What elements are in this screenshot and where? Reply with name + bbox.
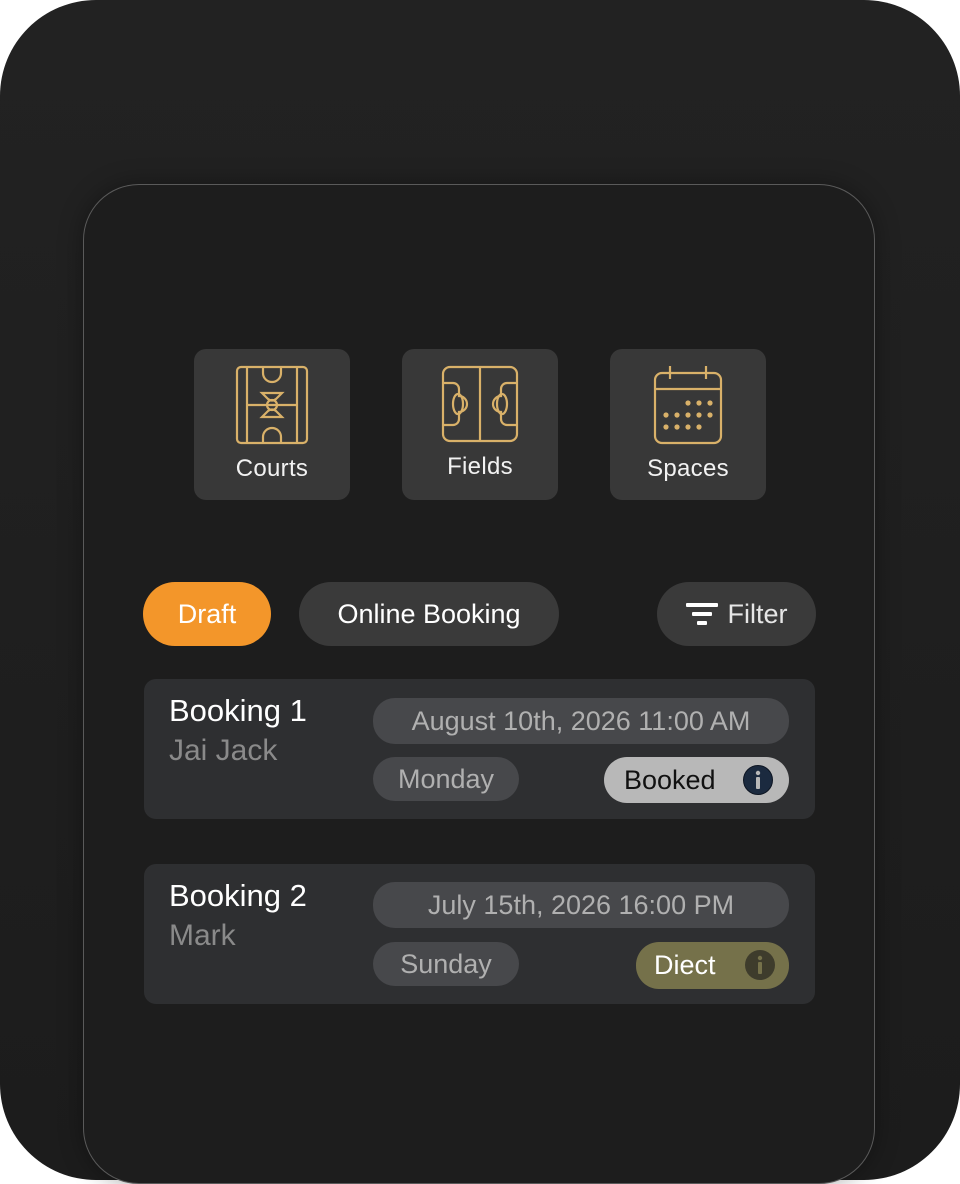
booking-title: Booking 1 (169, 693, 307, 728)
status-label: Booked (624, 764, 716, 795)
filter-button[interactable]: Filter (657, 582, 816, 646)
category-spaces[interactable]: Spaces (610, 349, 766, 500)
filter-label: Filter (727, 598, 788, 629)
category-label: Fields (447, 453, 513, 480)
tab-online-booking[interactable]: Online Booking (299, 582, 559, 646)
booking-card[interactable]: Booking 2 Mark July 15th, 2026 16:00 PM … (144, 864, 815, 1004)
status-badge-booked[interactable]: Booked (604, 757, 789, 803)
info-icon[interactable] (743, 765, 773, 795)
tab-draft-label: Draft (177, 598, 237, 629)
tab-draft[interactable]: Draft (143, 582, 271, 646)
tab-online-booking-label: Online Booking (337, 598, 521, 629)
booking-datetime: August 10th, 2026 11:00 AM (373, 698, 789, 744)
booking-day: Sunday (373, 942, 519, 986)
category-label: Courts (235, 455, 309, 482)
booking-title: Booking 2 (169, 878, 307, 913)
filter-icon (685, 603, 718, 625)
field-icon (441, 365, 519, 443)
category-courts[interactable]: Courts (194, 349, 350, 500)
info-icon[interactable] (745, 950, 775, 980)
booking-day: Monday (373, 757, 519, 801)
status-label: Diect (654, 950, 716, 980)
calendar-icon (653, 366, 723, 445)
booking-card[interactable]: Booking 1 Jai Jack August 10th, 2026 11:… (144, 679, 815, 819)
category-fields[interactable]: Fields (402, 349, 558, 500)
court-icon (235, 365, 309, 445)
booking-customer: Jai Jack (169, 734, 278, 767)
booking-customer: Mark (169, 919, 236, 952)
booking-datetime: July 15th, 2026 16:00 PM (373, 882, 789, 928)
status-badge-direct[interactable]: Diect (636, 942, 789, 989)
category-label: Spaces (647, 455, 729, 482)
